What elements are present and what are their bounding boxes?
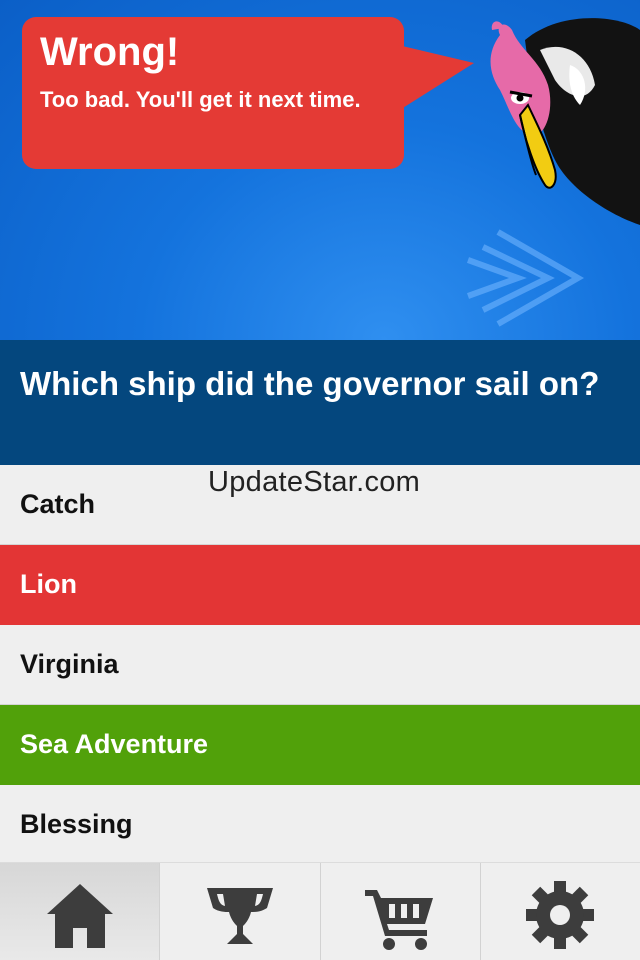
bottom-tab-bar: [0, 862, 640, 960]
feedback-message: Too bad. You'll get it next time.: [40, 87, 361, 112]
chevron-arrows-decoration: [466, 229, 585, 327]
cart-icon: [365, 889, 434, 950]
answer-option-catch[interactable]: Catch: [0, 465, 640, 545]
answer-option-lion[interactable]: Lion: [0, 545, 640, 625]
answer-list: Catch Lion Virginia Sea Adventure Blessi…: [0, 465, 640, 865]
home-icon: [46, 883, 113, 948]
tab-settings[interactable]: [481, 863, 640, 960]
gear-icon: [526, 880, 595, 949]
vulture-mascot-icon: [490, 18, 640, 225]
trophy-icon: [206, 887, 273, 944]
answer-option-virginia[interactable]: Virginia: [0, 625, 640, 705]
tab-leaderboard[interactable]: [160, 863, 321, 960]
feedback-title: Wrong!: [40, 30, 180, 74]
tab-home[interactable]: [0, 863, 161, 960]
speech-bubble-tail: [398, 45, 474, 111]
feedback-speech-bubble: Wrong! Too bad. You'll get it next time.: [22, 17, 404, 169]
tab-store[interactable]: [321, 863, 481, 960]
feedback-hero: Wrong! Too bad. You'll get it next time.: [0, 0, 640, 340]
answer-option-blessing[interactable]: Blessing: [0, 785, 640, 865]
question-text: Which ship did the governor sail on?: [0, 340, 640, 465]
answer-option-sea-adventure[interactable]: Sea Adventure: [0, 705, 640, 785]
